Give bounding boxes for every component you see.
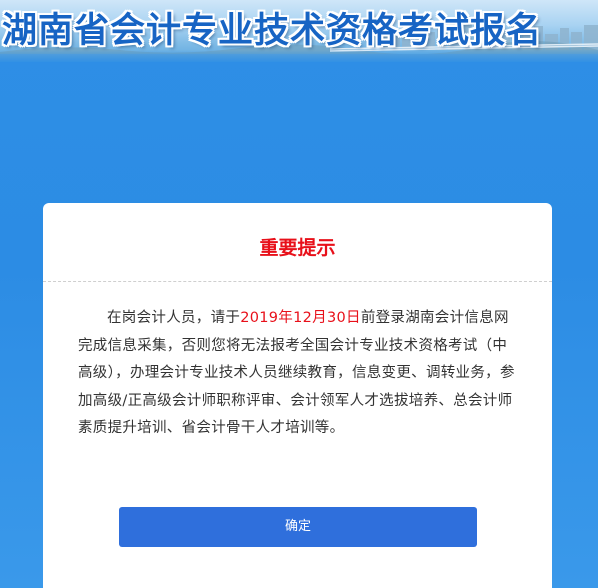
dialog-divider: [43, 281, 552, 282]
deadline-date: 2019年12月30日: [240, 310, 361, 326]
header-banner: 湖南省会计专业技术资格考试报名: [0, 0, 598, 62]
notice-dialog: 重要提示 在岗会计人员，请于2019年12月30日前登录湖南会计信息网完成信息采…: [43, 203, 552, 588]
confirm-button[interactable]: 确定: [119, 507, 477, 547]
banner-fade: [0, 50, 598, 62]
dialog-title: 重要提示: [259, 237, 336, 259]
notice-prefix: 在岗会计人员，请于: [107, 310, 241, 326]
banner-title: 湖南省会计专业技术资格考试报名: [2, 11, 543, 51]
notice-text: 在岗会计人员，请于2019年12月30日前登录湖南会计信息网完成信息采集，否则您…: [78, 305, 518, 443]
notice-suffix: 前登录湖南会计信息网完成信息采集，否则您将无法报考全国会计专业技术资格考试（中高…: [78, 310, 515, 436]
